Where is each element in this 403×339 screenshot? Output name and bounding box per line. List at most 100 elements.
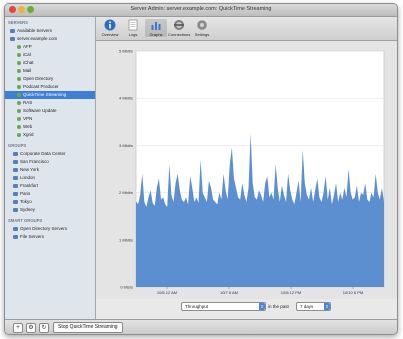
toolbar-connections-button[interactable]: Connections [168, 19, 190, 37]
chevron-updown-icon: ⇕ [259, 303, 265, 310]
sidebar-item-label: RAS [23, 100, 33, 105]
service-status-icon [17, 108, 21, 113]
toolbar-item-label: Connections [168, 32, 191, 37]
sidebar-item-ical[interactable]: iCal [5, 51, 95, 59]
group-icon [13, 183, 18, 188]
service-status-icon [17, 60, 21, 65]
sidebar-item-label: London [20, 175, 36, 180]
document-icon [128, 19, 138, 31]
sidebar-item-ras[interactable]: RAS [5, 99, 95, 107]
sidebar-group-london[interactable]: London [5, 174, 95, 182]
sidebar-group-sydney[interactable]: Sydney [5, 206, 95, 214]
sidebar-item-label: Tokyo [20, 199, 32, 204]
toolbar-item-label: Overview [101, 32, 119, 37]
sidebar-item-label: Available Servers [17, 28, 52, 33]
y-tick-label: 4 Mbit/s [119, 96, 133, 101]
service-status-icon [17, 52, 21, 57]
service-status-icon [17, 100, 21, 105]
x-tick-label: 10/5 12 AM [157, 290, 177, 295]
sidebar-item-xgrid[interactable]: Xgrid [5, 131, 95, 139]
smart-group-icon [13, 226, 18, 231]
sidebar-item-available-servers[interactable]: Available Servers [5, 27, 95, 35]
period-select[interactable]: 7 days ⇕ [296, 302, 331, 311]
sidebar-group-corporate-data-center[interactable]: Corporate Data Center [5, 150, 95, 158]
chevron-updown-icon: ⇕ [324, 303, 330, 310]
sidebar-group-paris[interactable]: Paris [5, 190, 95, 198]
sidebar-item-label: Podcast Producer [23, 84, 59, 89]
service-status-icon [17, 84, 21, 89]
sidebar-item-label: Frankfurt [20, 183, 39, 188]
sidebar-item-label: Software Update [23, 108, 57, 113]
toolbar-item-label: Graphs [149, 32, 163, 37]
toolbar-item-label: Settings [194, 32, 210, 37]
sidebar-item-label: GROUPS [8, 143, 27, 148]
sidebar-item-web[interactable]: Web [5, 123, 95, 131]
server-icon [10, 36, 15, 41]
sidebar-item-label: QuickTime Streaming [23, 92, 67, 97]
y-tick-label: 2 Mbit/s [119, 190, 133, 195]
service-status-icon [17, 44, 21, 49]
refresh-icon[interactable]: ↻ [39, 323, 49, 333]
service-status-icon [17, 116, 21, 121]
sidebar-item-software-update[interactable]: Software Update [5, 107, 95, 115]
sidebar-smart-group-file-servers[interactable]: File Servers [5, 233, 95, 241]
y-tick-label: 5 Mbit/s [119, 49, 133, 54]
sidebar-item-podcast-producer[interactable]: Podcast Producer [5, 83, 95, 91]
sidebar-item-open-directory[interactable]: Open Directory [5, 75, 95, 83]
y-tick-label: 1 Mbit/s [119, 237, 133, 242]
smart-group-icon [13, 234, 18, 239]
x-tick-label: 10/8 12 PM [281, 290, 301, 295]
graph-controls: Throughput ⇕ in the past 7 days ⇕ [96, 299, 397, 315]
sidebar-item-label: Sydney [20, 207, 36, 212]
service-status-icon [17, 132, 21, 137]
service-status-icon [17, 92, 21, 97]
toolbar-overview-button[interactable]: Overview [99, 19, 121, 37]
toolbar-item-label: Logs [128, 32, 138, 37]
server-icon [10, 28, 15, 33]
in-the-past-label: in the past [268, 304, 289, 309]
sidebar-item-label: iCal [23, 52, 31, 57]
sidebar-item-vpn[interactable]: VPN [5, 115, 95, 123]
group-icon [13, 151, 18, 156]
sidebar-item-server-example-com[interactable]: server.example.com [5, 35, 95, 43]
sidebar-group-tokyo[interactable]: Tokyo [5, 198, 95, 206]
gear-icon[interactable]: ⚙ [26, 323, 36, 333]
group-icon [13, 167, 18, 172]
title-bar: Server Admin: server.example.com: QuickT… [5, 4, 397, 17]
service-status-icon [17, 76, 21, 81]
sidebar-item-label: iChat [23, 60, 34, 65]
group-icon [13, 175, 18, 180]
sidebar-smart-group-open-directory-servers[interactable]: Open Directory Servers [5, 225, 95, 233]
sidebar-group-frankfurt[interactable]: Frankfurt [5, 182, 95, 190]
sidebar-item-label: SMART GROUPS [8, 218, 43, 223]
groups-header: GROUPS [5, 142, 95, 150]
sidebar-item-label: Xgrid [23, 132, 34, 137]
info-icon [104, 19, 116, 31]
sidebar-group-new-york[interactable]: New York [5, 166, 95, 174]
y-tick-label: 3 Mbit/s [119, 143, 133, 148]
stop-service-button[interactable]: Stop QuickTime Streaming [53, 322, 123, 333]
sidebar-item-label: San Francisco [20, 159, 49, 164]
toolbar-logs-button[interactable]: Logs [122, 19, 144, 37]
toolbar-settings-button[interactable]: Settings [191, 19, 213, 37]
group-icon [13, 159, 18, 164]
smart-groups-header: SMART GROUPS [5, 217, 95, 225]
x-tick-label: 10/10 6 PM [343, 290, 363, 295]
group-icon [13, 207, 18, 212]
window-title: Server Admin: server.example.com: QuickT… [130, 6, 272, 12]
sidebar-item-label: Corporate Data Center [20, 151, 66, 156]
sidebar-item-label: Web [23, 124, 33, 129]
sidebar-item-label: server.example.com [17, 36, 58, 41]
sidebar-item-label: Open Directory Servers [20, 226, 68, 231]
sidebar-item-label: Open Directory [23, 76, 54, 81]
sidebar-item-label: File Servers [20, 234, 45, 239]
sidebar-item-quicktime-streaming[interactable]: QuickTime Streaming [5, 91, 95, 99]
sidebar-group-san-francisco[interactable]: San Francisco [5, 158, 95, 166]
metric-select[interactable]: Throughput ⇕ [181, 302, 266, 311]
sidebar-item-mail[interactable]: Mail [5, 67, 95, 75]
sidebar-item-ichat[interactable]: iChat [5, 59, 95, 67]
toolbar-graphs-button[interactable]: Graphs [145, 19, 167, 37]
service-status-icon [17, 124, 21, 129]
add-button[interactable]: + [13, 323, 23, 333]
sidebar-item-afp[interactable]: AFP [5, 43, 95, 51]
